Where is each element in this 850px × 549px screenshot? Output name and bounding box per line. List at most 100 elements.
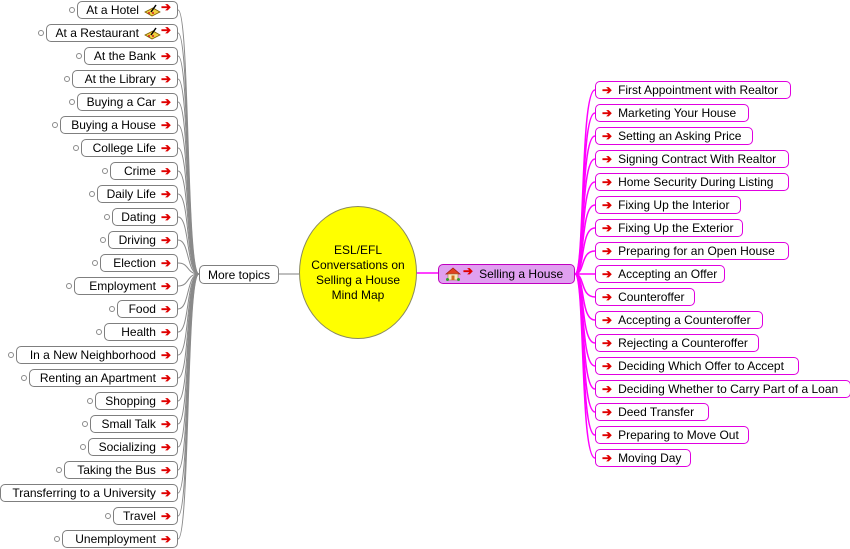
link-arrow-icon[interactable]: ➔ [161, 96, 171, 108]
expand-toggle[interactable] [21, 375, 27, 381]
central-topic[interactable]: ESL/EFL Conversations on Selling a House… [299, 206, 417, 339]
link-arrow-icon[interactable]: ➔ [602, 452, 612, 464]
link-arrow-icon[interactable]: ➔ [602, 383, 612, 395]
expand-toggle[interactable] [76, 53, 82, 59]
expand-toggle[interactable] [96, 329, 102, 335]
subtopic-item[interactable]: ➔ Counteroffer [595, 288, 695, 306]
expand-toggle[interactable] [52, 122, 58, 128]
link-arrow-icon[interactable]: ➔ [161, 234, 171, 246]
subtopic-item[interactable]: ➔ Signing Contract With Realtor [595, 150, 789, 168]
more-topics-item[interactable]: Shopping ➔ [87, 392, 178, 410]
expand-toggle[interactable] [38, 30, 44, 36]
subtopic-item[interactable]: ➔ Fixing Up the Exterior [595, 219, 743, 237]
link-arrow-icon[interactable]: ➔ [161, 395, 171, 407]
link-arrow-icon[interactable]: ➔ [161, 142, 171, 154]
expand-toggle[interactable] [69, 7, 75, 13]
more-topics-item[interactable]: Travel ➔ [105, 507, 178, 525]
expand-toggle[interactable] [104, 214, 110, 220]
link-arrow-icon[interactable]: ➔ [161, 303, 171, 315]
more-topics-item[interactable]: Dating ➔ [104, 208, 178, 226]
more-topics-item[interactable]: At a Restaurant ➔ [38, 24, 178, 42]
subtopic-item[interactable]: ➔ Deed Transfer [595, 403, 709, 421]
subtopic-item[interactable]: ➔ Moving Day [595, 449, 691, 467]
more-topics-item[interactable]: College Life ➔ [73, 139, 178, 157]
link-arrow-icon[interactable]: ➔ [602, 199, 612, 211]
expand-toggle[interactable] [92, 260, 98, 266]
link-arrow-icon[interactable]: ➔ [602, 84, 612, 96]
link-arrow-icon[interactable]: ➔ [602, 406, 612, 418]
expand-toggle[interactable] [80, 444, 86, 450]
subtopic-item[interactable]: ➔ First Appointment with Realtor [595, 81, 791, 99]
more-topics-node[interactable]: More topics [199, 265, 280, 284]
expand-toggle[interactable] [105, 513, 111, 519]
link-arrow-icon[interactable]: ➔ [161, 533, 171, 545]
link-arrow-icon[interactable]: ➔ [602, 429, 612, 441]
expand-toggle[interactable] [69, 99, 75, 105]
expand-toggle[interactable] [102, 168, 108, 174]
more-topics-item[interactable]: Health ➔ [96, 323, 178, 341]
more-topics-item[interactable]: Unemployment ➔ [54, 530, 178, 548]
link-arrow-icon[interactable]: ➔ [161, 165, 171, 177]
expand-toggle[interactable] [89, 191, 95, 197]
link-arrow-icon[interactable]: ➔ [161, 119, 171, 131]
expand-toggle[interactable] [100, 237, 106, 243]
link-arrow-icon[interactable]: ➔ [161, 418, 171, 430]
subtopic-item[interactable]: ➔ Home Security During Listing [595, 173, 789, 191]
subtopic-item[interactable]: ➔ Accepting an Offer [595, 265, 725, 283]
subtopic-item[interactable]: ➔ Preparing for an Open House [595, 242, 789, 260]
more-topics-item[interactable]: At a Hotel ➔ [69, 1, 178, 19]
more-topics-item[interactable]: Taking the Bus ➔ [56, 461, 178, 479]
more-topics-item[interactable]: Daily Life ➔ [89, 185, 178, 203]
link-arrow-icon[interactable]: ➔ [161, 211, 171, 223]
selling-a-house-node[interactable]: ➔ Selling a House [438, 264, 575, 284]
link-arrow-icon[interactable]: ➔ [161, 441, 171, 453]
link-arrow-icon[interactable]: ➔ [161, 257, 171, 269]
link-arrow-icon[interactable]: ➔ [602, 176, 612, 188]
more-topics-item[interactable]: Socializing ➔ [80, 438, 178, 456]
more-topics-item[interactable]: Election ➔ [92, 254, 178, 272]
link-arrow-icon[interactable]: ➔ [602, 268, 612, 280]
link-arrow-icon[interactable]: ➔ [161, 487, 171, 499]
expand-toggle[interactable] [87, 398, 93, 404]
subtopic-item[interactable]: ➔ Rejecting a Counteroffer [595, 334, 759, 352]
subtopic-item[interactable]: ➔ Preparing to Move Out [595, 426, 749, 444]
link-arrow-icon[interactable]: ➔ [602, 222, 612, 234]
link-arrow-icon[interactable]: ➔ [602, 245, 612, 257]
subtopic-item[interactable]: ➔ Marketing Your House [595, 104, 749, 122]
expand-toggle[interactable] [109, 306, 115, 312]
link-arrow-icon[interactable]: ➔ [161, 349, 171, 361]
more-topics-item[interactable]: Crime ➔ [102, 162, 178, 180]
link-arrow-icon[interactable]: ➔ [602, 360, 612, 372]
subtopic-item[interactable]: ➔ Deciding Whether to Carry Part of a Loa… [595, 380, 850, 398]
expand-toggle[interactable] [54, 536, 60, 542]
more-topics-item[interactable]: Buying a House ➔ [52, 116, 178, 134]
more-topics-item[interactable]: Small Talk ➔ [82, 415, 178, 433]
more-topics-item[interactable]: Buying a Car ➔ [69, 93, 178, 111]
link-arrow-icon[interactable]: ➔ [161, 50, 171, 62]
more-topics-item[interactable]: At the Bank ➔ [76, 47, 178, 65]
subtopic-item[interactable]: ➔ Deciding Which Offer to Accept [595, 357, 799, 375]
link-arrow-icon[interactable]: ➔ [602, 337, 612, 349]
link-arrow-icon[interactable]: ➔ [161, 510, 171, 522]
subtopic-item[interactable]: ➔ Fixing Up the Interior [595, 196, 741, 214]
more-topics-item[interactable]: Transferring to a University ➔ [0, 484, 178, 502]
more-topics-item[interactable]: Renting an Apartment ➔ [21, 369, 178, 387]
expand-toggle[interactable] [82, 421, 88, 427]
subtopic-item[interactable]: ➔ Accepting a Counteroffer [595, 311, 763, 329]
link-arrow-icon[interactable]: ➔ [161, 372, 171, 384]
expand-toggle[interactable] [64, 76, 70, 82]
more-topics-item[interactable]: Driving ➔ [100, 231, 178, 249]
expand-toggle[interactable] [73, 145, 79, 151]
link-arrow-icon[interactable]: ➔ [602, 107, 612, 119]
link-arrow-icon[interactable]: ➔ [161, 188, 171, 200]
more-topics-item[interactable]: In a New Neighborhood ➔ [8, 346, 178, 364]
link-arrow-icon[interactable]: ➔ [161, 464, 171, 476]
link-arrow-icon[interactable]: ➔ [161, 73, 171, 85]
more-topics-item[interactable]: Employment ➔ [66, 277, 178, 295]
expand-toggle[interactable] [56, 467, 62, 473]
link-arrow-icon[interactable]: ➔ [602, 130, 612, 142]
link-arrow-icon[interactable]: ➔ [161, 326, 171, 338]
link-arrow-icon[interactable]: ➔ [161, 1, 171, 13]
link-arrow-icon[interactable]: ➔ [602, 314, 612, 326]
expand-toggle[interactable] [8, 352, 14, 358]
